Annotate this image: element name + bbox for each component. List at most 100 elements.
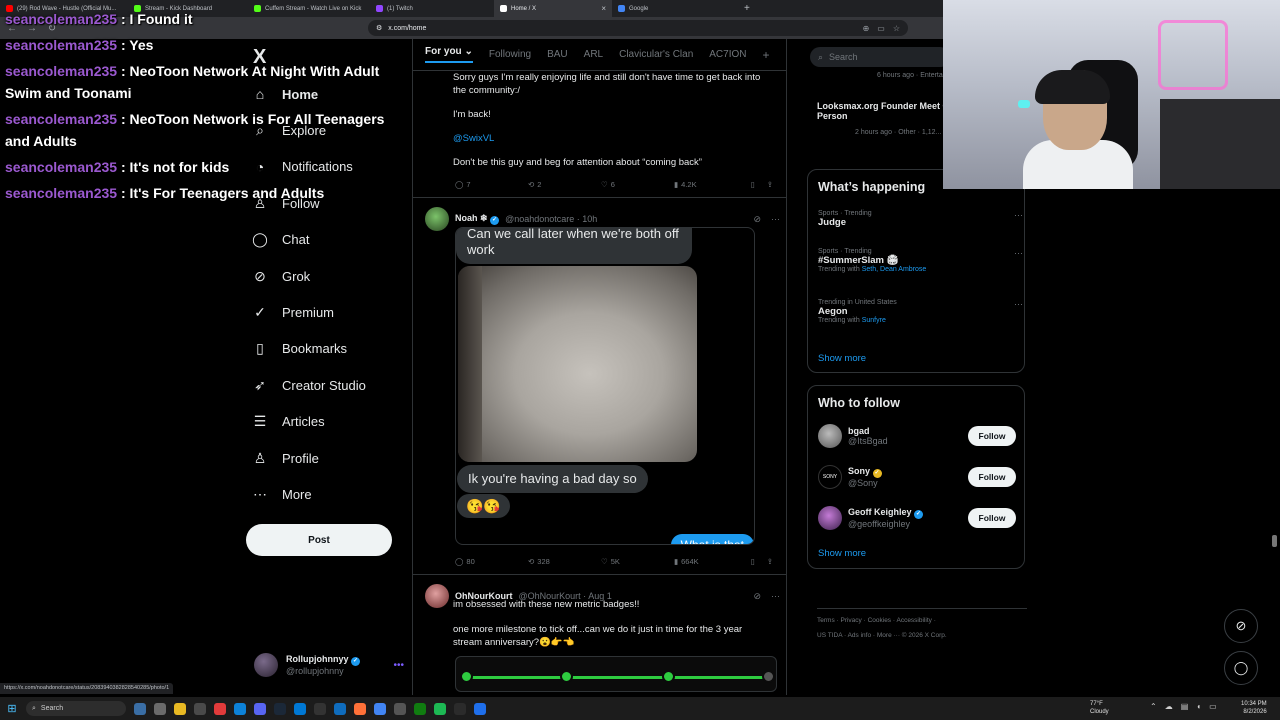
reply-button[interactable]: ◯ 80: [455, 557, 528, 566]
like-button[interactable]: ♡ 6: [601, 180, 674, 189]
trend-item[interactable]: Sports · Trending Judge ···: [818, 210, 1023, 228]
avatar[interactable]: [425, 584, 449, 608]
app-icon[interactable]: [334, 702, 346, 715]
add-tab-icon[interactable]: +: [763, 48, 770, 62]
tab-ac7ion[interactable]: AC7ION: [709, 49, 746, 60]
battery-icon[interactable]: ▭: [1209, 702, 1217, 711]
metric-badges-image[interactable]: [455, 656, 777, 692]
tab-bau[interactable]: BAU: [547, 49, 568, 60]
more-icon[interactable]: ···: [1014, 248, 1023, 258]
volume-icon[interactable]: ◖: [1196, 702, 1201, 711]
like-button[interactable]: ♡ 5K: [601, 557, 674, 566]
nav-item-creator-studio[interactable]: ➶ Creator Studio: [252, 367, 412, 403]
settings-icon[interactable]: [394, 702, 406, 715]
more-icon[interactable]: •••: [393, 660, 404, 671]
clock[interactable]: 10:34 PM 8/2/2026: [1241, 700, 1267, 716]
trend-sub-link[interactable]: Seth, Dean Ambrose: [862, 266, 927, 273]
bookmark-icon[interactable]: ▯: [751, 557, 755, 566]
footer-link[interactable]: Accessibility: [896, 617, 931, 624]
follow-suggestion[interactable]: bgad @ItsBgad Follow: [818, 421, 1016, 451]
messages-fab-button[interactable]: ◯: [1224, 651, 1258, 685]
repost-button[interactable]: ⟲ 2: [528, 180, 601, 189]
views-button[interactable]: ▮ 4.2K: [674, 180, 747, 189]
follow-suggestion[interactable]: Geoff Keighley ✓ @geoffkeighley Follow: [818, 503, 1016, 533]
footer-link[interactable]: US TIDA: [817, 632, 842, 639]
widgets-icon[interactable]: [134, 702, 146, 715]
app-icon[interactable]: [454, 702, 466, 715]
footer-link[interactable]: Privacy: [840, 617, 861, 624]
search-input[interactable]: ⌕ Search: [810, 47, 950, 67]
chrome-icon[interactable]: [374, 702, 386, 715]
nav-item-chat[interactable]: ◯ Chat: [252, 222, 412, 258]
show-more-link[interactable]: Show more: [818, 548, 866, 559]
footer-link[interactable]: Cookies: [868, 617, 891, 624]
trend-item[interactable]: Trending in United States Aegon Trending…: [818, 299, 1023, 324]
zoom-icon[interactable]: ⊕: [863, 24, 870, 33]
nav-item-grok[interactable]: ⊘ Grok: [252, 258, 412, 294]
app-icon[interactable]: [474, 702, 486, 715]
footer-link[interactable]: Terms: [817, 617, 835, 624]
tab-arl[interactable]: ARL: [584, 49, 603, 60]
browser-icon[interactable]: [214, 702, 226, 715]
bookmark-icon[interactable]: ▯: [751, 180, 755, 189]
firefox-icon[interactable]: [354, 702, 366, 715]
views-button[interactable]: ▮ 664K: [674, 557, 747, 566]
avatar[interactable]: [425, 207, 449, 231]
more-icon[interactable]: ···: [1014, 299, 1023, 309]
grok-fab-button[interactable]: ⊘: [1224, 609, 1258, 643]
repost-button[interactable]: ⟲ 328: [528, 557, 601, 566]
nav-item-profile[interactable]: ♙ Profile: [252, 440, 412, 476]
nav-item-bookmarks[interactable]: ▯ Bookmarks: [252, 331, 412, 367]
store-icon[interactable]: [294, 702, 306, 715]
reply-button[interactable]: ◯ 7: [455, 180, 528, 189]
more-icon[interactable]: ···: [1014, 210, 1023, 220]
tab-claviculars-clan[interactable]: Clavicular's Clan: [619, 49, 693, 60]
file-explorer-icon[interactable]: [174, 702, 186, 715]
mention-link[interactable]: @SwixVL: [453, 132, 773, 145]
share-icon[interactable]: ⇪: [767, 180, 773, 189]
cloud-icon[interactable]: ☁: [1165, 702, 1173, 711]
author-name[interactable]: Noah ❄ ✓: [455, 213, 500, 225]
trend-item[interactable]: Sports · Trending #SummerSlam 🏟 Trending…: [818, 248, 1023, 273]
follow-button[interactable]: Follow: [968, 426, 1016, 446]
weather-widget[interactable]: 77°F Cloudy: [1090, 700, 1109, 716]
share-icon[interactable]: ⇪: [767, 557, 773, 566]
photo[interactable]: [458, 266, 697, 462]
post-button[interactable]: Post: [246, 524, 392, 556]
app-icon[interactable]: [194, 702, 206, 715]
discord-icon[interactable]: [254, 702, 266, 715]
tab-for-you[interactable]: For you ⌄: [425, 46, 473, 63]
nav-item-more[interactable]: ⋯ More: [252, 476, 412, 512]
grok-icon[interactable]: ⊘: [753, 214, 761, 225]
footer-link[interactable]: Ads info: [848, 632, 872, 639]
windows-start-icon[interactable]: ⊞: [6, 703, 18, 715]
cast-icon[interactable]: ▭: [877, 24, 885, 33]
taskbar-search[interactable]: ⌕ Search: [26, 701, 126, 716]
follow-suggestion[interactable]: SONY Sony ✓ @Sony Follow: [818, 462, 1016, 492]
address-bar[interactable]: ⚙ x.com/home ⊕ ▭ ☆: [368, 20, 908, 36]
account-switcher[interactable]: Rollupjohnnyy ✓ @rollupjohnny •••: [254, 650, 404, 680]
edge-icon[interactable]: [234, 702, 246, 715]
tweet-media[interactable]: Can we call later when we're both off wo…: [455, 227, 755, 545]
nav-item-articles[interactable]: ☰ Articles: [252, 404, 412, 440]
more-icon[interactable]: ···: [771, 214, 780, 225]
chevron-up-icon[interactable]: ⌃: [1150, 702, 1157, 711]
tab-following[interactable]: Following: [489, 49, 531, 60]
obs-icon[interactable]: [314, 702, 326, 715]
browser-tab[interactable]: Google: [612, 0, 736, 17]
trend-sub-link[interactable]: Sunfyre: [862, 317, 886, 324]
footer-link[interactable]: More ···: [877, 632, 900, 639]
new-tab-icon[interactable]: +: [736, 3, 758, 14]
follow-button[interactable]: Follow: [968, 508, 1016, 528]
steam-icon[interactable]: [274, 702, 286, 715]
xbox-icon[interactable]: [414, 702, 426, 715]
browser-tab-active[interactable]: Home / X ×: [494, 0, 612, 17]
spotify-icon[interactable]: [434, 702, 446, 715]
nav-item-premium[interactable]: ✓ Premium: [252, 294, 412, 330]
scrollbar-thumb[interactable]: [1272, 535, 1277, 547]
show-more-link[interactable]: Show more: [818, 353, 866, 364]
close-icon[interactable]: ×: [601, 4, 606, 13]
bookmark-star-icon[interactable]: ☆: [893, 24, 900, 33]
follow-button[interactable]: Follow: [968, 467, 1016, 487]
network-icon[interactable]: ▤: [1181, 702, 1189, 711]
